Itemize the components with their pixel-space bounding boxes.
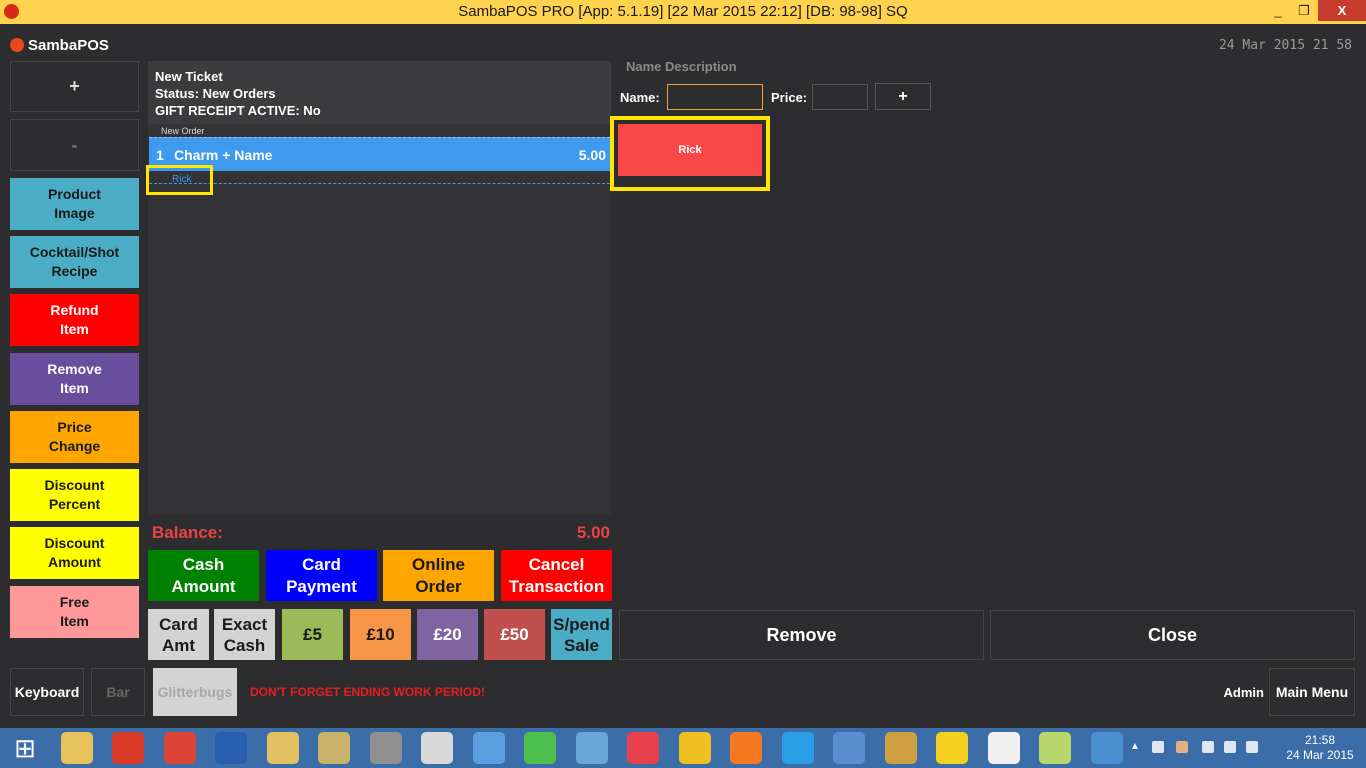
chrome-icon[interactable] — [163, 732, 196, 764]
volume-icon[interactable] — [1246, 741, 1258, 753]
name-input[interactable] — [667, 84, 763, 110]
internet-explorer-icon[interactable] — [781, 732, 814, 764]
balance-row: Balance: 5.00 — [152, 523, 610, 543]
left-button-cocktail-shot-recipe[interactable]: Cocktail/Shot Recipe — [10, 236, 139, 288]
price-input[interactable] — [812, 84, 868, 110]
remote-desktop-icon[interactable] — [1090, 732, 1123, 764]
order-name: Charm + Name — [174, 146, 273, 163]
add-entry-button[interactable]: + — [875, 83, 931, 110]
quick-button-5[interactable]: £20 — [417, 609, 478, 660]
tray-date: 24 Mar 2015 — [1286, 748, 1354, 762]
database-blue-icon[interactable] — [472, 732, 505, 764]
left-button-refund-item[interactable]: Refund Item — [10, 294, 139, 346]
pointer-hand-icon[interactable] — [936, 732, 968, 764]
quick-button-7[interactable]: S/pend Sale — [551, 609, 612, 660]
left-button-free-item[interactable]: Free Item — [10, 586, 139, 638]
notepad-icon[interactable] — [833, 732, 865, 764]
balance-label: Balance: — [152, 523, 223, 542]
user-name: Admin — [1223, 685, 1264, 700]
name-label: Name: — [620, 90, 660, 105]
remove-button[interactable]: Remove — [619, 610, 984, 660]
tray-app-icon[interactable] — [1176, 741, 1188, 753]
price-label: Price: — [771, 90, 808, 105]
bar-button[interactable]: Bar — [91, 668, 145, 716]
entry-item-button[interactable]: Rick — [618, 124, 762, 176]
onedrive-icon[interactable] — [1152, 741, 1164, 753]
quick-button-1[interactable]: Card Amt — [148, 609, 209, 660]
order-quantity: 1 — [156, 146, 164, 163]
close-ticket-button[interactable]: Close — [990, 610, 1355, 660]
calculator-icon[interactable] — [575, 732, 608, 764]
tray-time: 21:58 — [1304, 733, 1336, 747]
main-menu-button[interactable]: Main Menu — [1269, 668, 1355, 716]
order-separator — [149, 183, 610, 184]
left-button-price-change[interactable]: Price Change — [10, 411, 139, 463]
ticket-header: New Ticket Status: New Orders GIFT RECEI… — [148, 61, 611, 124]
minimize-button[interactable]: _ — [1264, 0, 1292, 21]
usb-tool-icon[interactable] — [369, 732, 402, 764]
logo-text: SambaPOS — [28, 36, 109, 54]
quick-button-3[interactable]: £5 — [282, 609, 343, 660]
paint-icon[interactable] — [266, 732, 299, 764]
tray-clock[interactable]: 21:58 24 Mar 2015 — [1282, 733, 1358, 763]
quick-button-4[interactable]: £10 — [350, 609, 411, 660]
left-button-product-image[interactable]: Product Image — [10, 178, 139, 230]
sambapos-logo: SambaPOS — [10, 33, 109, 57]
payment-button-cash-amount[interactable]: Cash Amount — [148, 550, 259, 601]
file-explorer-icon[interactable] — [60, 732, 93, 764]
glitterbugs-button[interactable]: Glitterbugs — [153, 668, 237, 716]
tools-icon[interactable] — [884, 732, 917, 764]
order-group-label: New Order — [161, 126, 205, 136]
ticket-panel — [148, 61, 611, 515]
network-icon[interactable] — [678, 732, 711, 764]
order-tag[interactable]: Rick — [172, 174, 191, 185]
quick-button-2[interactable]: Exact Cash — [214, 609, 275, 660]
left-button-remove-item[interactable]: Remove Item — [10, 353, 139, 405]
printer-icon[interactable] — [421, 732, 453, 764]
touch-hand-icon[interactable] — [987, 732, 1020, 764]
payment-button-card-payment[interactable]: Card Payment — [266, 550, 377, 601]
quantity-minus-button[interactable]: - — [10, 119, 139, 171]
keyboard-button[interactable]: Keyboard — [10, 668, 84, 716]
battery-icon[interactable] — [1202, 741, 1214, 753]
header-clock: 24 Mar 2015 21 58 — [1218, 38, 1352, 53]
gift-receipt-status: GIFT RECEIPT ACTIVE: No — [155, 103, 321, 118]
close-window-button[interactable]: X — [1318, 0, 1366, 21]
sambapos-icon[interactable] — [112, 732, 144, 764]
work-period-warning: DON'T FORGET ENDING WORK PERIOD! — [250, 685, 485, 699]
apple-logo-icon — [10, 38, 24, 52]
tray-expand-icon[interactable]: ▲ — [1130, 741, 1142, 753]
ticket-status: Status: New Orders — [155, 86, 276, 101]
restore-button[interactable]: ❐ — [1290, 0, 1318, 21]
windows-start-icon[interactable]: ⊞ — [9, 732, 41, 764]
ticket-title: New Ticket — [155, 69, 223, 84]
payment-button-cancel-transaction[interactable]: Cancel Transaction — [501, 550, 612, 601]
window-titlebar: SambaPOS PRO [App: 5.1.19] [22 Mar 2015 … — [0, 0, 1366, 24]
signal-icon[interactable] — [1224, 741, 1236, 753]
three-mobile-icon[interactable] — [730, 732, 762, 764]
name-description-header: Name Description — [626, 59, 737, 74]
order-line[interactable]: 1 Charm + Name 5.00 — [149, 137, 610, 171]
left-button-discount-percent[interactable]: Discount Percent — [10, 469, 139, 521]
window-title: SambaPOS PRO [App: 5.1.19] [22 Mar 2015 … — [458, 3, 908, 20]
itunes-icon[interactable] — [627, 732, 659, 764]
installer-icon[interactable] — [318, 732, 350, 764]
quick-button-6[interactable]: £50 — [484, 609, 545, 660]
database-green-icon[interactable] — [524, 732, 556, 764]
app-apple-icon — [4, 4, 19, 19]
payment-button-online-order[interactable]: Online Order — [383, 550, 494, 601]
windows-taskbar: ⊞ ▲ 21:58 24 Mar 2015 — [0, 728, 1366, 768]
sambapos-admin-icon[interactable] — [215, 732, 247, 764]
sticky-notes-icon[interactable] — [1039, 732, 1071, 764]
quantity-plus-button[interactable]: + — [10, 61, 139, 112]
left-button-discount-amount[interactable]: Discount Amount — [10, 527, 139, 579]
order-price: 5.00 — [578, 146, 606, 163]
balance-value: 5.00 — [576, 523, 610, 542]
